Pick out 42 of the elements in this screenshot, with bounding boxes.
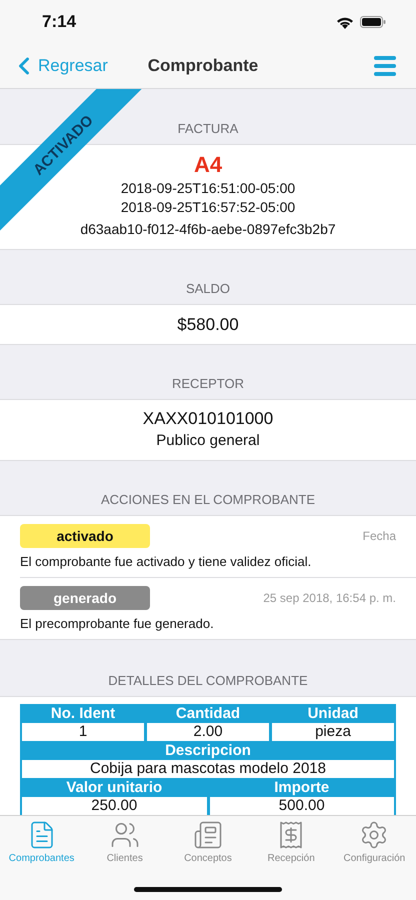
- section-header: DETALLES DEL COMPROBANTE: [107, 672, 309, 690]
- people-icon: [110, 820, 140, 850]
- receiver-rfc: XAXX010101000: [142, 408, 274, 430]
- section-header: ACCIONES EN EL COMPROBANTE: [100, 491, 316, 510]
- table-cell: 500.00: [210, 797, 394, 815]
- section-header: RECEPTOR: [171, 375, 245, 394]
- table-cell: Cobija para mascotas modelo 2018: [22, 760, 394, 778]
- action-date: 25 sep 2018, 16:54 p. m.: [263, 591, 396, 606]
- invoice-detail: d63aab10-f012-4f6b-aebe-0897efc3b2b7: [80, 220, 336, 239]
- tab-item[interactable]: Conceptos: [172, 820, 243, 864]
- invoice-series: A4: [194, 150, 222, 179]
- menu-icon[interactable]: [374, 56, 396, 76]
- tab-item[interactable]: Comprobantes: [6, 820, 77, 864]
- table-cell: 1: [22, 723, 144, 741]
- column-header: Valor unitario: [65, 778, 164, 797]
- newspaper-icon: [192, 820, 223, 850]
- tab-item[interactable]: Clientes: [90, 820, 160, 864]
- back-button[interactable]: Regresar: [10, 52, 108, 80]
- tab-item[interactable]: Recepción: [256, 820, 326, 864]
- action-description: El comprobante fue activado y tiene validez oficial.: [20, 554, 312, 570]
- table-cell: 250.00: [22, 797, 206, 815]
- action-date: Fecha: [362, 529, 396, 544]
- wifi-icon: [336, 16, 354, 28]
- tab-item[interactable]: Configuración: [339, 820, 410, 864]
- column-header: Unidad: [306, 704, 360, 723]
- table-cell: 2.00: [147, 723, 269, 741]
- invoice-detail: 2018-09-25T16:57:52-05:00: [120, 198, 296, 217]
- column-header: No. Ident: [50, 704, 116, 723]
- section-header: SALDO: [184, 280, 232, 298]
- receiver-name: Publico general: [156, 431, 260, 452]
- column-header: Cantidad: [174, 704, 242, 723]
- screen-title: Comprobante: [148, 56, 258, 76]
- battery-icon: [360, 16, 386, 28]
- table-cell: pieza: [272, 723, 394, 741]
- column-header: Importe: [273, 778, 330, 797]
- clock-time: 7:14: [42, 12, 76, 32]
- balance-amount: $580.00: [177, 314, 239, 335]
- status-tag: activado: [20, 524, 150, 548]
- action-description: El precomprobante fue generado.: [20, 616, 215, 632]
- column-header: Descripcion: [164, 741, 252, 760]
- invoice-detail: 2018-09-25T16:51:00-05:00: [120, 178, 296, 198]
- status-tag: generado: [20, 586, 150, 610]
